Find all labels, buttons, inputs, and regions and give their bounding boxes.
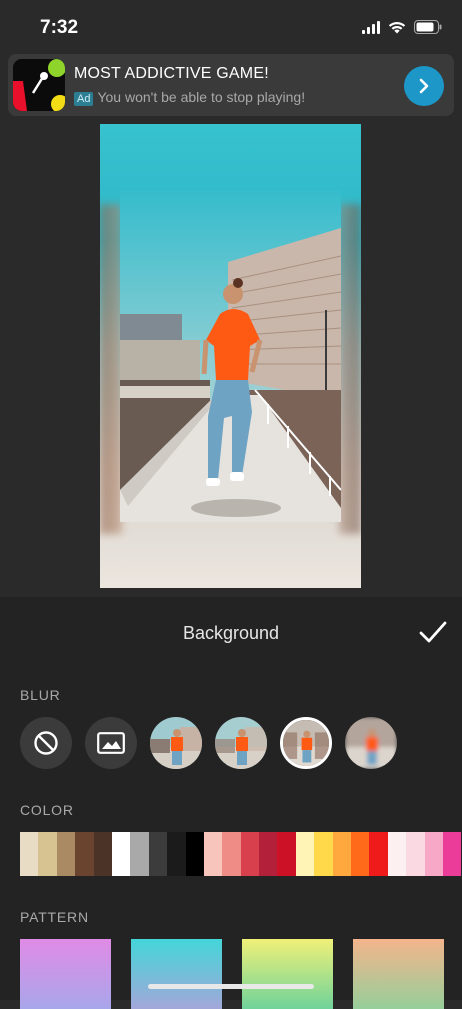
pattern-tile[interactable] xyxy=(242,939,333,1009)
ad-banner[interactable]: MOST ADDICTIVE GAME! Ad You won't be able… xyxy=(8,54,454,116)
no-blur-button[interactable] xyxy=(20,717,72,769)
panel-title: Background xyxy=(182,623,280,643)
confirm-checkmark-icon[interactable] xyxy=(418,619,448,645)
color-swatch[interactable] xyxy=(442,832,462,876)
color-swatch[interactable] xyxy=(314,832,333,876)
pattern-section-label: PATTERN xyxy=(20,909,89,925)
color-swatch[interactable] xyxy=(56,832,76,876)
color-swatch[interactable] xyxy=(20,832,39,876)
color-swatch[interactable] xyxy=(93,832,112,876)
color-swatch[interactable] xyxy=(240,832,260,876)
blur-level-4-button[interactable] xyxy=(345,717,397,769)
blurred-background-left xyxy=(100,204,122,534)
color-swatch[interactable] xyxy=(277,832,296,876)
blur-level-2-button[interactable] xyxy=(215,717,267,769)
ad-title: MOST ADDICTIVE GAME! xyxy=(74,65,269,82)
ad-subtitle: You won't be able to stop playing! xyxy=(97,89,306,105)
blur-level-3-button[interactable] xyxy=(280,717,332,769)
blur-options xyxy=(20,717,397,769)
pattern-tile[interactable] xyxy=(131,939,222,1009)
blur-level-2-thumbnail xyxy=(215,717,267,769)
status-icons xyxy=(362,20,442,34)
photo-image xyxy=(120,190,341,522)
ad-subtitle-line: Ad You won't be able to stop playing! xyxy=(74,89,306,106)
color-swatch[interactable] xyxy=(259,832,278,876)
color-swatch[interactable] xyxy=(351,832,370,876)
photo-preview xyxy=(100,124,361,588)
color-swatch[interactable] xyxy=(148,832,168,876)
color-swatch[interactable] xyxy=(203,832,223,876)
color-swatch[interactable] xyxy=(222,832,241,876)
ad-tag: Ad xyxy=(74,92,94,106)
pattern-tile[interactable] xyxy=(353,939,444,1009)
pattern-row xyxy=(20,939,444,1009)
blurred-background-right xyxy=(339,204,361,534)
pattern-tile[interactable] xyxy=(20,939,111,1009)
color-swatch[interactable] xyxy=(167,832,186,876)
color-swatch-row xyxy=(20,832,462,876)
color-swatch[interactable] xyxy=(111,832,131,876)
wifi-icon xyxy=(388,21,406,34)
status-bar: 7:32 xyxy=(0,0,462,52)
color-swatch[interactable] xyxy=(185,832,204,876)
color-swatch[interactable] xyxy=(75,832,94,876)
color-section-label: COLOR xyxy=(20,802,74,818)
blur-section-label: BLUR xyxy=(20,687,61,703)
color-swatch[interactable] xyxy=(130,832,149,876)
ad-open-button[interactable] xyxy=(404,66,444,106)
home-indicator xyxy=(148,984,314,989)
color-swatch[interactable] xyxy=(332,832,352,876)
blur-level-4-thumbnail xyxy=(345,717,397,769)
blur-level-1-thumbnail xyxy=(150,717,202,769)
color-swatch[interactable] xyxy=(295,832,315,876)
background-panel: Background BLUR COLOR PATTERN xyxy=(0,597,462,1009)
chevron-right-icon xyxy=(419,78,429,94)
color-swatch[interactable] xyxy=(424,832,443,876)
signal-icon xyxy=(362,20,380,34)
blur-level-3-thumbnail xyxy=(283,720,329,766)
choose-image-button[interactable] xyxy=(85,717,137,769)
ad-app-logo xyxy=(13,59,65,111)
color-swatch[interactable] xyxy=(38,832,57,876)
battery-icon xyxy=(414,20,442,34)
blur-level-1-button[interactable] xyxy=(150,717,202,769)
no-blur-icon xyxy=(34,731,58,755)
status-time: 7:32 xyxy=(40,17,79,38)
color-swatch[interactable] xyxy=(387,832,407,876)
color-swatch[interactable] xyxy=(406,832,425,876)
color-swatch[interactable] xyxy=(369,832,388,876)
image-icon xyxy=(97,732,125,754)
